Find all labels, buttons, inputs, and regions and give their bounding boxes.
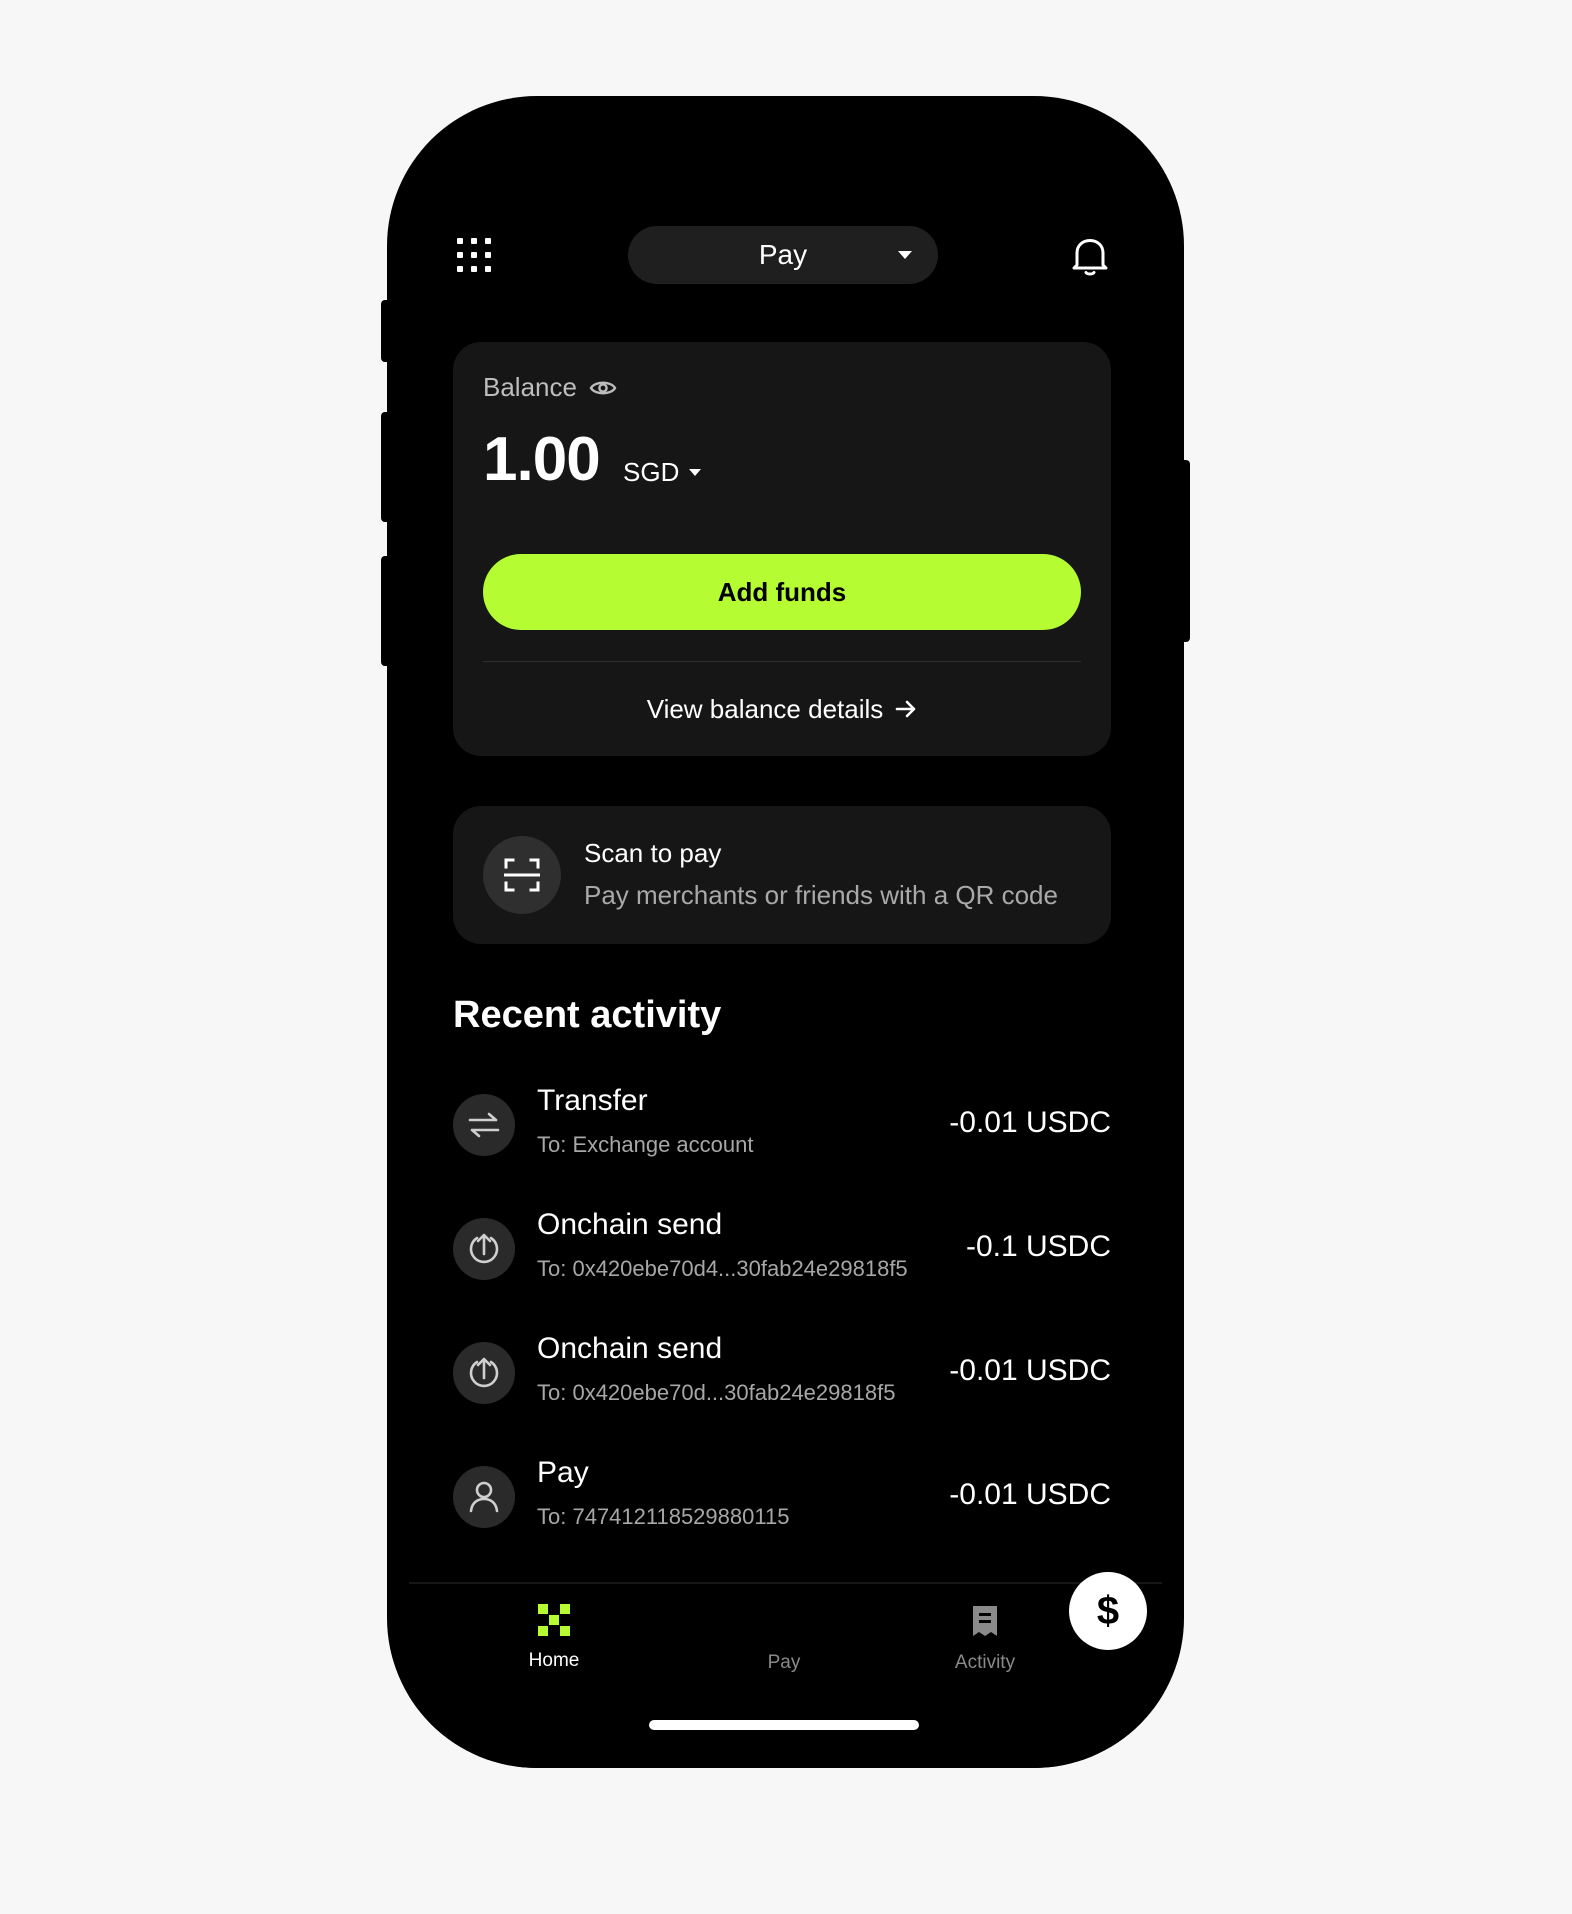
- activity-title: Transfer: [537, 1084, 648, 1117]
- nav-pay[interactable]: $ Pay: [714, 1572, 1147, 1674]
- activity-icon-badge: [453, 1218, 515, 1280]
- recent-activity-title: Recent activity: [453, 994, 722, 1036]
- activity-subtitle: To: Exchange account: [537, 1132, 754, 1157]
- activity-row[interactable]: Pay To: 747412118529880115 -0.01 USDC: [453, 1448, 1111, 1572]
- view-balance-details-link[interactable]: View balance details: [453, 664, 1111, 754]
- grid-menu-icon[interactable]: [455, 236, 495, 276]
- activity-subtitle: To: 747412118529880115: [537, 1504, 790, 1529]
- currency-label: SGD: [623, 457, 680, 487]
- activity-row[interactable]: Onchain send To: 0x420ebe70d4...30fab24e…: [453, 1200, 1111, 1324]
- nav-activity-label: Activity: [954, 1652, 1016, 1673]
- bottom-nav: Home $ Pay Activity: [409, 1572, 1162, 1768]
- activity-subtitle: To: 0x420ebe70d4...30fab24e29818f5: [537, 1256, 908, 1281]
- balance-amount: 1.00: [483, 425, 601, 494]
- nav-home-label: Home: [528, 1650, 580, 1671]
- activity-title: Pay: [537, 1456, 589, 1489]
- activity-amount: -0.01 USDC: [949, 1478, 1111, 1511]
- activity-row[interactable]: Onchain send To: 0x420ebe70d...30fab24e2…: [453, 1324, 1111, 1448]
- bell-icon[interactable]: [1068, 234, 1112, 278]
- scan-to-pay-subtitle: Pay merchants or friends with a QR code: [584, 880, 1058, 910]
- activity-subtitle: To: 0x420ebe70d...30fab24e29818f5: [537, 1380, 896, 1405]
- activity-amount: -0.01 USDC: [949, 1354, 1111, 1387]
- arrow-right-icon: [895, 700, 916, 718]
- home-indicator: [649, 1720, 919, 1730]
- receipt-icon: [973, 1606, 997, 1636]
- onchain-send-icon: [469, 1357, 499, 1388]
- caret-down-icon: [689, 469, 702, 476]
- nav-pay-label: Pay: [767, 1652, 801, 1673]
- pay-dollar-button[interactable]: $: [1069, 1572, 1147, 1650]
- scan-to-pay-title: Scan to pay: [584, 838, 722, 868]
- activity-row[interactable]: Transfer To: Exchange account -0.01 USDC: [453, 1076, 1111, 1200]
- home-logo-icon: [538, 1604, 570, 1636]
- currency-select[interactable]: SGD: [623, 457, 702, 488]
- nav-activity[interactable]: Activity: [915, 1604, 1055, 1674]
- phone-screen: Pay Balance 1.00 SGD Add funds View bala…: [387, 96, 1184, 1768]
- caret-down-icon: [898, 251, 912, 259]
- add-funds-button[interactable]: Add funds: [483, 554, 1081, 630]
- eye-icon[interactable]: [589, 378, 617, 398]
- activity-icon-badge: [453, 1466, 515, 1528]
- activity-list: Transfer To: Exchange account -0.01 USDC…: [453, 1076, 1111, 1572]
- balance-card: Balance 1.00 SGD Add funds View balance …: [453, 342, 1111, 756]
- activity-icon-badge: [453, 1094, 515, 1156]
- nav-home[interactable]: Home: [484, 1604, 624, 1672]
- activity-amount: -0.01 USDC: [949, 1106, 1111, 1139]
- balance-label: Balance: [483, 372, 577, 402]
- page-background: Pay Balance 1.00 SGD Add funds View bala…: [0, 0, 1572, 1914]
- mode-select-label: Pay: [758, 239, 808, 270]
- activity-amount: -0.1 USDC: [965, 1230, 1111, 1263]
- onchain-send-icon: [469, 1233, 499, 1264]
- balance-label-row: Balance: [483, 372, 617, 403]
- activity-icon-badge: [453, 1342, 515, 1404]
- user-icon: [469, 1481, 499, 1513]
- mode-select-dropdown[interactable]: Pay: [628, 226, 938, 284]
- activity-title: Onchain send: [537, 1208, 723, 1241]
- qr-scan-icon: [504, 858, 540, 892]
- transfer-icon: [468, 1112, 500, 1138]
- view-balance-details-label: View balance details: [646, 693, 884, 724]
- dynamic-island: [567, 96, 1004, 170]
- divider: [483, 661, 1081, 662]
- activity-title: Onchain send: [537, 1332, 723, 1365]
- scan-to-pay-card[interactable]: Scan to pay Pay merchants or friends wit…: [453, 806, 1111, 944]
- qr-scan-icon-badge: [483, 836, 561, 914]
